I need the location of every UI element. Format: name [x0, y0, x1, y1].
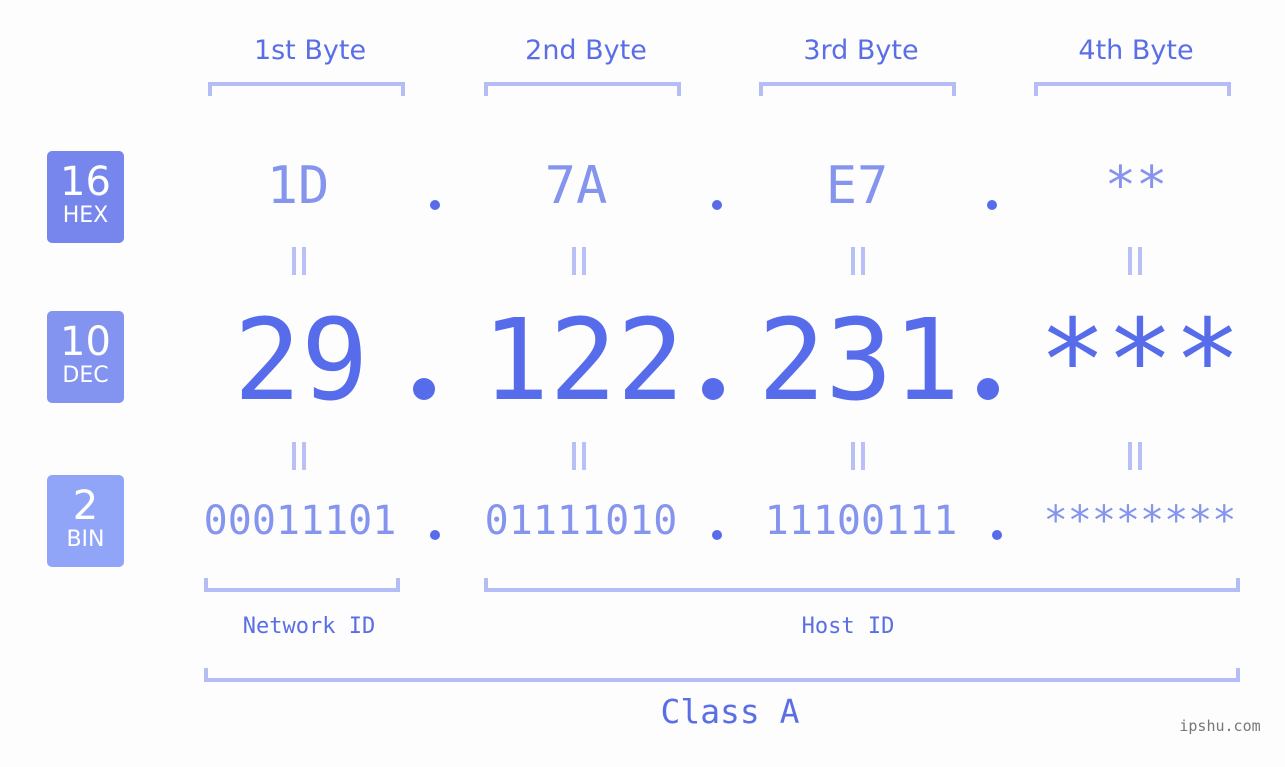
equals-icon	[1128, 247, 1142, 275]
byte-bracket-1	[208, 82, 405, 96]
dec-separator-dot	[413, 378, 435, 400]
bin-byte-3: 11100111	[764, 498, 958, 544]
bin-separator-dot	[992, 530, 1002, 540]
dec-badge-number: 10	[60, 319, 111, 365]
dec-separator-dot	[702, 378, 724, 400]
bin-byte-2: 01111010	[484, 498, 678, 544]
hex-badge-label: HEX	[62, 203, 109, 228]
byte-header-3: 3rd Byte	[803, 35, 919, 66]
hex-separator-dot	[712, 200, 722, 210]
dec-byte-3: 231	[757, 296, 961, 426]
equals-icon	[851, 442, 865, 470]
hex-byte-3: E7	[825, 156, 889, 216]
class-label: Class A	[660, 692, 800, 731]
bin-byte-4: ********	[1043, 498, 1237, 544]
class-bracket	[204, 668, 1240, 682]
host-id-bracket	[484, 578, 1240, 592]
hex-byte-1: 1D	[266, 156, 330, 216]
bin-badge-number: 2	[72, 483, 99, 529]
network-id-label: Network ID	[242, 614, 376, 639]
dec-byte-1: 29	[233, 296, 369, 426]
byte-header-2: 2nd Byte	[525, 35, 647, 66]
bin-separator-dot	[430, 530, 440, 540]
byte-header-1: 1st Byte	[253, 35, 367, 66]
byte-bracket-2	[484, 82, 681, 96]
bin-badge: 2 BIN	[47, 475, 124, 567]
equals-icon	[572, 247, 586, 275]
dec-badge-label: DEC	[62, 363, 109, 388]
host-id-label: Host ID	[801, 614, 895, 639]
dec-separator-dot	[977, 378, 999, 400]
dec-byte-4: ***	[1038, 296, 1242, 426]
byte-header-4: 4th Byte	[1078, 35, 1194, 66]
byte-bracket-3	[759, 82, 956, 96]
hex-badge-number: 16	[60, 159, 111, 205]
hex-separator-dot	[430, 200, 440, 210]
equals-icon	[851, 247, 865, 275]
bin-separator-dot	[712, 530, 722, 540]
watermark: ipshu.com	[1179, 717, 1261, 735]
bin-badge-label: BIN	[66, 527, 105, 552]
byte-bracket-4	[1034, 82, 1231, 96]
bin-byte-1: 00011101	[203, 498, 397, 544]
dec-badge: 10 DEC	[47, 311, 124, 403]
hex-badge: 16 HEX	[47, 151, 124, 243]
equals-icon	[572, 442, 586, 470]
hex-byte-4: **	[1104, 156, 1168, 216]
hex-separator-dot	[987, 200, 997, 210]
hex-byte-2: 7A	[544, 156, 608, 216]
dec-byte-2: 122	[481, 296, 685, 426]
network-id-bracket	[204, 578, 400, 592]
equals-icon	[292, 442, 306, 470]
equals-icon	[1128, 442, 1142, 470]
equals-icon	[292, 247, 306, 275]
